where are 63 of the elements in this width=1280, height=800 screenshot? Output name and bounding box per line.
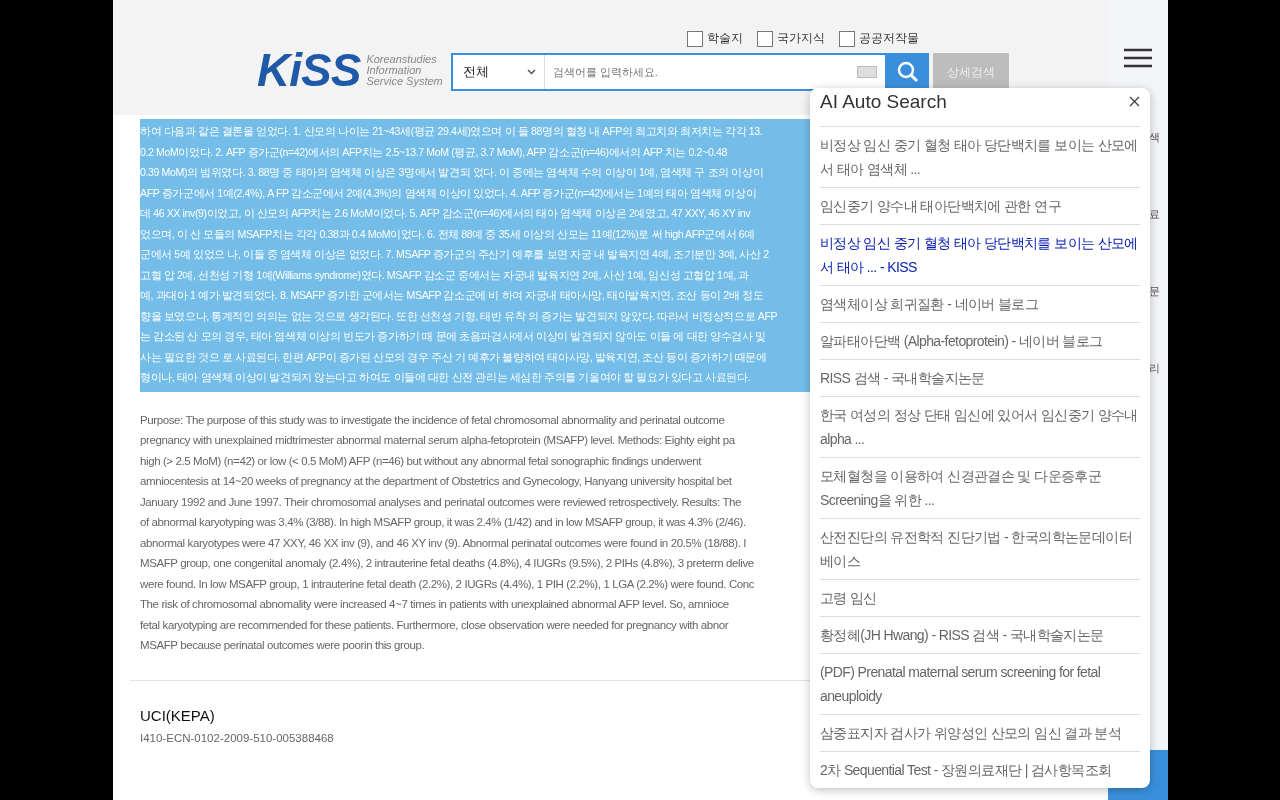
uci-value: I410-ECN-0102-2009-510-005388468 — [140, 731, 334, 744]
search-icon — [895, 60, 920, 84]
close-icon — [1129, 96, 1140, 107]
abstract-line: Purpose: The purpose of this study was to investigate the incidence of fetal chromosomal abnormality and perinatal outcome — [140, 412, 726, 428]
suggestion-item[interactable]: 임신중기 양수내 태아단백치에 관한 연구 — [820, 187, 1140, 224]
checkbox[interactable] — [756, 30, 773, 47]
abstract-line: 예, 과대아 1 예가 발견되었다. 8. MSAFP 증가한 군에서는 MSAFP 감소군에 비 하여 자궁내 태아사망, 태아발육지연, 조산 등이 2배 정도 — [140, 288, 765, 303]
logo-tagline: Koreanstudies — [366, 53, 438, 65]
abstract-line: 데 46 XX inv(9)이었고, 이 산모의 AFP치는 2.6 MoM이었다. 5. AFP 감소군(n=46)에서의 태아 염색체 이상은 2예였고, 47 XXY, 46 XY inv — [140, 206, 752, 221]
checkbox-label: 국가지식 — [776, 30, 825, 47]
suggestion-item[interactable]: 한국 여성의 정상 단태 임신에 있어서 임신중기 양수내 alpha ... — [820, 396, 1140, 457]
abstract-line: MSAFP because perinatal outcomes were poorin this group. — [140, 638, 426, 653]
suggestion-item[interactable]: 산전진단의 유전학적 진단기법 - 한국의학논문데이터베이스 — [820, 518, 1140, 579]
abstract-line: 었으며, 이 산 모들의 MSAFP치는 각각 0.38과 0.4 MoM이었다. 6. 전체 88예 중 35세 이상의 산모는 11예(12%)로 써 high AFP군에서 6예 — [140, 226, 756, 242]
abstract-line: of abnormal karyotyping was 3.4% (3/88). In high MSAFP group, it was 2.4% (1/42) and in low MSAFP group, it was 4.3% (2/46). — [140, 515, 747, 530]
logo-tagline: Service System — [366, 75, 443, 87]
suggestion-item[interactable]: 삼중표지자 검사가 위양성인 산모의 임신 결과 분석 — [820, 714, 1140, 751]
abstract-line: The risk of chromosomal abnomality were increased 4~7 times in patients with unexplained abnormal AFP level. So, amnioce — [140, 597, 730, 612]
suggestion-item[interactable]: 비정상 임신 중기 혈청 태아 당단백치를 보이는 산모에서 태아 ... - KISS — [820, 224, 1140, 285]
suggestion-item[interactable]: 염색체이상 희귀질환 - 네이버 블로그 — [820, 285, 1140, 322]
chevron-icon — [526, 69, 536, 75]
abstract-line: 고혈 압 2예, 선천성 기형 1예(Williams syndrome)였다. MSAFP 감소군 중에서는 자궁내 발육지연 2예, 사산 1예, 임신성 고혈압 1예, 과 — [140, 267, 750, 283]
uci-title: UCI(KEPA) — [140, 706, 215, 724]
suggestion-item[interactable]: 알파태아단백 (Alpha-fetoprotein) - 네이버 블로그 — [820, 322, 1140, 359]
abstract-line: 사는 필요한 것으 로 사료된다. 한편 AFP이 증가된 산모의 경우 주산 기 예후가 불량하여 태아사망, 발육지연, 조산 등이 증가하기 때문에 — [140, 349, 768, 365]
abstract-line: 형이나, 태아 염색체 이상이 발견되지 않는다고 하여도 이들에 대한 산전 관리는 세심한 주의를 기울여야 할 필요가 있다고 사료된다. — [140, 370, 752, 385]
abstract-line: 는 감소된 산 모의 경우, 태아 염색체 이상의 빈도가 증가하기 때 문에 초음파검사에서 이상이 발견되지 않아도 이들 에 대한 양수검사 및 — [140, 329, 767, 344]
abstract-line: 군에서 5예 있었으 나, 이들 중 염색체 이상은 없었다. 7. MSAFP 증가군의 주산기 예후를 보면 자궁 내 발육지연 4예, 조기분만 3예, 사산 2 — [140, 247, 770, 262]
scope-dropdown[interactable]: 전체 — [452, 55, 545, 89]
quick-menu-label[interactable]: 리 — [1149, 361, 1160, 376]
abstract-line: fetal karyotyping are recommended for these patients. Furthermore, close observation were needed for pregnancy with abnor — [140, 617, 730, 633]
logo-mark: KiSS — [257, 43, 361, 97]
abstract-line: high (> 2.5 MoM) (n=42) or low (< 0.5 MoM) AFP (n=46) but without any abnormal fetal sonographic findings underwent — [140, 453, 703, 469]
abstract-line: 0.39 MoM)의 범위였다. 3. 88명 중 태아의 염색체 이상은 3명에서 발견되 었다. 이 중에는 염색체 수의 이상이 1예, 염색체 구 조의 이상이 — [140, 165, 765, 180]
abstract-line: 0.2 MoM이었다. 2. AFP 증가군(n=42)에서의 AFP치는 2.5~13.7 MoM (평균, 3.7 MoM), AFP 감소군(n=46)에서의 AFP 치는 0.2~0.48 — [140, 144, 728, 160]
abstract-line: AFP 증가군에서 1예(2.4%), A FP 감소군에서 2예(4.3%)의 염색체 이상이 있었다. 4. AFP 증가군(n=42)에서는 1예의 태아 염색체 이상이 — [140, 185, 758, 201]
abstract-line: January 1992 and June 1997. Their chromosomal analyses and perinatal outcomes were reviewed retrospectively. Results: The — [140, 494, 743, 510]
quick-menu-label[interactable]: 문 — [1149, 284, 1160, 299]
checkbox-label: 학술지 — [706, 30, 743, 47]
abstract-line: 하여 다음과 같은 결론을 얻었다. 1. 산모의 나이는 21~43세(평균 29.4세)였으며 이 들 88명의 혈청 내 AFP의 최고치와 최저치는 각각 13. — [140, 124, 764, 139]
suggestion-item[interactable]: RISS 검색 - 국내학술지논문 — [820, 359, 1140, 396]
abstract-line: amniocentesis at 14~20 weeks of pregnancy at the department of Obstetrics and Gynecology, Hanyang university hospital bet — [140, 474, 733, 489]
quick-menu-label[interactable]: 료 — [1149, 207, 1160, 222]
quick-menu-label[interactable]: 색 — [1149, 130, 1160, 145]
logo-tagline: Information — [366, 64, 423, 76]
search-button[interactable] — [886, 53, 929, 91]
popup-title: AI Auto Search — [820, 91, 947, 113]
abstract-line: were found. In low MSAFP group, 1 intrauterine fetal death (2.2%), 2 IUGRs (4.4%), 1 PIH (2.2%), 1 LGA (2.2%) were found. Conc — [140, 576, 756, 592]
search-field[interactable]: 전체 검색어를 입력하세요. — [450, 53, 887, 91]
menu-icon[interactable] — [1124, 48, 1152, 68]
abstract-line: abnormal karyotypes were 47 XXY, 46 XX inv (9), and 46 XY inv (9). Abnormal perinatal outcomes were found in 20.5% (18/88). I — [140, 535, 748, 551]
abstract-line: MSAFP group, one congenital anomaly (2.4%), 2 intrauterine fetal deaths (4.8%), 4 IUGRs (9.5%), 2 PIHs (4.8%), 3 preterm delive — [140, 556, 755, 571]
suggestion-item[interactable]: 모체혈청을 이용하여 신경관결손 및 다운증후군 Screening을 위한 ... — [820, 457, 1140, 518]
suggestion-item[interactable]: 2차 Sequential Test - 장원의료재단 | 검사항목조회 — [820, 751, 1140, 788]
suggestion-item[interactable]: 고령 임신 — [820, 579, 1140, 616]
checkbox-label: 공공저작물 — [858, 30, 919, 47]
abstract-line: 향을 보였으나, 통계적인 의의는 없는 것으로 생각된다. 또한 선천성 기형, 태반 유착 의 증가는 발견되지 않았다. 따라서 비정상적으로 AFP — [140, 308, 779, 324]
suggestion-item[interactable]: 비정상 임신 중기 혈청 태아 당단백치를 보이는 산모에서 태아 염색체 ... — [820, 126, 1140, 187]
abstract-line: pregnancy with unexplained midtrimester abnormal maternal serum alpha-fetoprotein (MSAFP) level. Methods: Eighty eight pa — [140, 433, 736, 448]
suggestion-item[interactable]: 황정혜(JH Hwang) - RISS 검색 - 국내학술지논문 — [820, 616, 1140, 653]
checkbox[interactable] — [686, 30, 703, 47]
suggestion-item[interactable]: (PDF) Prenatal maternal serum screening for fetal aneuploidy — [820, 653, 1140, 714]
checkbox[interactable] — [838, 30, 855, 47]
